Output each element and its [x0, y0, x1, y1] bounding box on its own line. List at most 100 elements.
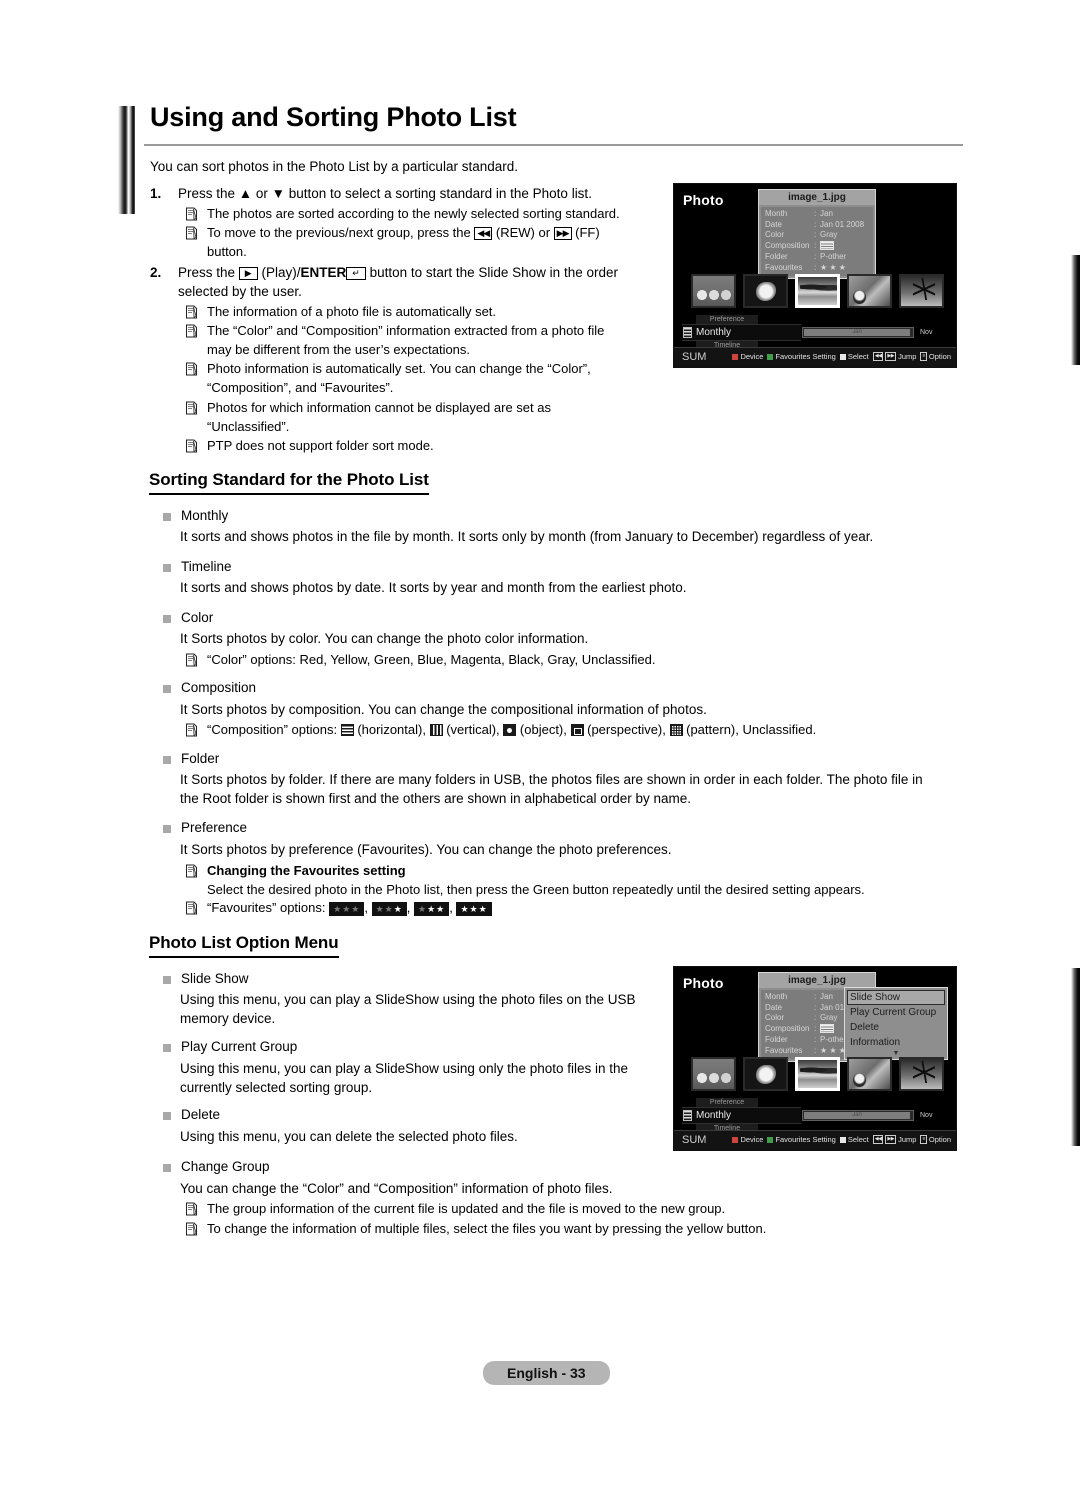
tv-status-bar: SUM Device Favourites Setting Select ◀◀ ▶…: [674, 1130, 956, 1150]
step-1-note-2: To move to the previous/next group, pres…: [185, 224, 685, 261]
photo-thumbnail[interactable]: [847, 1057, 892, 1091]
note-icon: [185, 304, 198, 319]
page-edge-marker: [1071, 255, 1080, 365]
note-icon: [185, 1201, 198, 1216]
photo-thumbnail[interactable]: [899, 1057, 944, 1091]
photo-thumbnail[interactable]: [743, 1057, 788, 1091]
photo-info-rows: Month: Jan Date: Jan 01 2008 Color: Gray Co…: [761, 207, 873, 276]
bullet-change-group: Change Group: [163, 1159, 270, 1174]
favourite-rating-1-icon: ★★★: [371, 902, 407, 916]
info-row: Folder: P-other: [765, 252, 869, 263]
bullet-monthly: Monthly: [163, 508, 228, 523]
bullet-label: Folder: [181, 751, 220, 766]
rewind-key-icon: ◀◀: [872, 1135, 884, 1144]
photo-thumbnail-strip: [691, 1057, 944, 1091]
sort-option-current[interactable]: Monthly: [682, 324, 801, 341]
step-2-text-a: Press the: [178, 265, 236, 280]
page-edge-marker: [1071, 968, 1080, 1146]
desc-line-1: Using this menu, you can play a SlideSho…: [180, 1061, 629, 1076]
photo-thumbnail[interactable]: [691, 1057, 736, 1091]
photo-thumbnail-selected[interactable]: [795, 274, 840, 308]
object-composition-icon: [503, 724, 517, 736]
note-text-line-1: Photos for which information cannot be d…: [207, 400, 551, 415]
hint-option[interactable]: ≡ Option: [920, 352, 951, 361]
info-value: Gray: [820, 230, 838, 239]
intro-paragraph: You can sort photos in the Photo List by…: [150, 159, 518, 174]
bullet-label: Delete: [181, 1107, 221, 1122]
group-scroll-bar[interactable]: Jan Nov: [802, 1110, 950, 1121]
option-menu-item-play-current-group[interactable]: Play Current Group: [847, 1005, 945, 1020]
chevron-down-icon[interactable]: ▼: [847, 1050, 945, 1057]
info-key: Composition: [765, 1023, 810, 1033]
group-scroll-bar[interactable]: Jan Nov: [802, 327, 950, 338]
scroll-thumb[interactable]: Jan: [804, 329, 910, 336]
hint-select[interactable]: Select: [839, 1135, 869, 1144]
step-2-note-5: PTP does not support folder sort mode.: [185, 437, 695, 456]
info-key: Favourites: [765, 262, 803, 272]
photo-thumbnail[interactable]: [847, 274, 892, 308]
desc-play-current-group: Using this menu, you can play a SlideSho…: [180, 1059, 670, 1097]
note-composition-options: “Composition” options: (horizontal), (ve…: [185, 721, 945, 740]
hint-option[interactable]: ≡ Option: [920, 1135, 951, 1144]
step-2-note-1: The information of a photo file is autom…: [185, 303, 695, 322]
white-button-icon: [839, 1136, 846, 1143]
red-button-icon: [732, 353, 739, 360]
step-1-text: Press the ▲ or ▼ button to select a sort…: [178, 186, 592, 201]
sort-option-above[interactable]: Preference: [696, 315, 758, 324]
info-key: Month: [765, 992, 788, 1001]
info-row: Date: Jan 01 2008: [765, 220, 869, 231]
hint-jump[interactable]: ◀◀ ▶▶ Jump: [872, 1135, 916, 1144]
bullet-label: Timeline: [181, 559, 232, 574]
photo-thumbnail-strip: [691, 274, 944, 308]
info-row: Composition:: [765, 240, 869, 253]
bullet-slide-show: Slide Show: [163, 971, 249, 986]
scroll-thumb[interactable]: Jan: [804, 1112, 910, 1119]
scroll-track[interactable]: Jan: [802, 327, 914, 338]
bullet-square-icon: [163, 1044, 171, 1052]
hint-select[interactable]: Select: [839, 352, 869, 361]
info-key: Color: [765, 230, 785, 239]
source-label: SUM: [682, 1134, 707, 1146]
note-text-line-1: The “Color” and “Composition” informatio…: [207, 323, 605, 338]
hint-favourites-setting[interactable]: Favourites Setting: [767, 352, 836, 361]
hint-device[interactable]: Device: [732, 352, 763, 361]
sort-option-above[interactable]: Preference: [696, 1098, 758, 1107]
step-2-note-2: The “Color” and “Composition” informatio…: [185, 322, 695, 359]
page-footer: English - 33: [483, 1361, 610, 1385]
option-menu-item-slide-show[interactable]: Slide Show: [847, 990, 945, 1005]
scroll-track[interactable]: Jan: [802, 1110, 914, 1121]
hint-device[interactable]: Device: [732, 1135, 763, 1144]
photo-option-menu[interactable]: Slide Show Play Current Group Delete Inf…: [844, 987, 948, 1060]
note-icon: [185, 652, 198, 667]
note-icon: [185, 323, 198, 338]
sort-standard-selector[interactable]: Preference Monthly Timeline: [682, 315, 801, 350]
option-menu-item-delete[interactable]: Delete: [847, 1020, 945, 1035]
horizontal-composition-icon: [820, 240, 834, 250]
note-text-part-a: To move to the previous/next group, pres…: [207, 225, 471, 240]
hint-jump[interactable]: ◀◀ ▶▶ Jump: [872, 352, 916, 361]
info-row: Color: Gray: [765, 230, 869, 241]
favourite-rating-2-icon: ★★★: [414, 902, 450, 916]
step-2-text-b: button to start the Slide Show in the or…: [369, 265, 618, 280]
note-icon: [185, 438, 198, 453]
photo-thumbnail[interactable]: [743, 274, 788, 308]
bullet-delete: Delete: [163, 1107, 220, 1122]
step-2-text-c: selected by the user.: [178, 284, 302, 299]
photo-thumbnail[interactable]: [691, 274, 736, 308]
photo-thumbnail[interactable]: [899, 274, 944, 308]
hint-favourites-setting[interactable]: Favourites Setting: [767, 1135, 836, 1144]
bullet-square-icon: [163, 825, 171, 833]
step-1: 1. Press the ▲ or ▼ button to select a s…: [150, 184, 680, 203]
photo-thumbnail-selected[interactable]: [795, 1057, 840, 1091]
note-text-line-2: “Composition”, and “Favourites”.: [207, 379, 394, 395]
info-key: Favourites: [765, 1045, 803, 1055]
sort-standard-selector[interactable]: Preference Monthly Timeline: [682, 1098, 801, 1133]
red-button-icon: [732, 1136, 739, 1143]
sort-option-current[interactable]: Monthly: [682, 1107, 801, 1124]
option-menu-item-information[interactable]: Information: [847, 1035, 945, 1050]
note-icon: [185, 206, 198, 221]
tv-header-label: Photo: [683, 975, 724, 991]
tv-screenshot-photo-list: Photo image_1.jpg Month: Jan Date: Jan 01 …: [673, 183, 957, 368]
step-1-number: 1.: [150, 186, 162, 201]
bullet-label: Color: [181, 610, 214, 625]
